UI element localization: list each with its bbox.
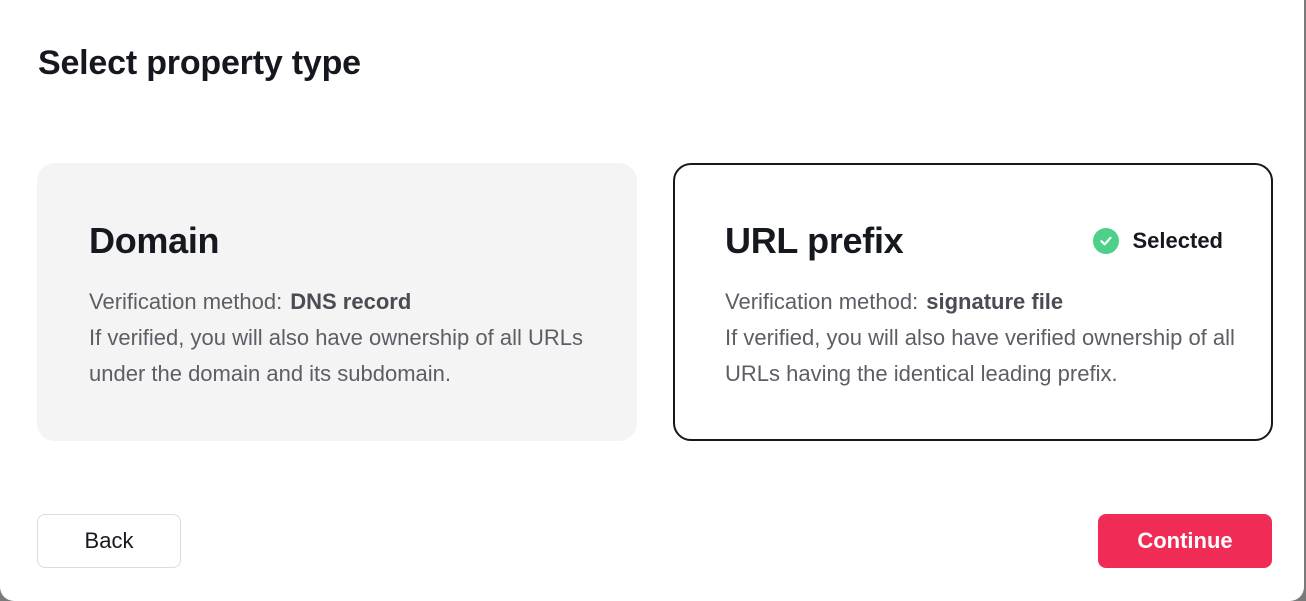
- selected-label: Selected: [1132, 228, 1224, 253]
- continue-button[interactable]: Continue: [1098, 514, 1272, 568]
- url-prefix-verification-method: Verification method: signature file: [725, 284, 1235, 320]
- domain-method-label: Verification method:: [89, 289, 283, 314]
- domain-verification-method: Verification method: DNS record: [89, 284, 599, 320]
- domain-card-title: Domain: [89, 220, 220, 261]
- url-prefix-method-label: Verification method:: [725, 289, 919, 314]
- domain-card-body: Verification method: DNS record If verifi…: [89, 284, 599, 392]
- back-button[interactable]: Back: [37, 514, 181, 568]
- url-prefix-card-description: If verified, you will also have verified…: [725, 325, 1235, 386]
- dialog-title: Select property type: [38, 44, 361, 82]
- select-property-type-dialog: Select property type Domain Verification…: [0, 0, 1304, 601]
- domain-option-card[interactable]: Domain Verification method: DNS record If…: [37, 163, 637, 441]
- selected-badge: Selected: [1092, 228, 1224, 254]
- url-prefix-card-body: Verification method: signature file If ve…: [725, 284, 1235, 392]
- url-prefix-method-value: signature file: [926, 289, 1064, 314]
- domain-card-description: If verified, you will also have ownershi…: [89, 325, 584, 386]
- check-circle-icon: [1092, 228, 1119, 254]
- domain-method-value: DNS record: [290, 289, 412, 314]
- url-prefix-card-title: URL prefix: [725, 220, 904, 261]
- url-prefix-option-card[interactable]: URL prefix Selected Verification method:…: [673, 163, 1273, 441]
